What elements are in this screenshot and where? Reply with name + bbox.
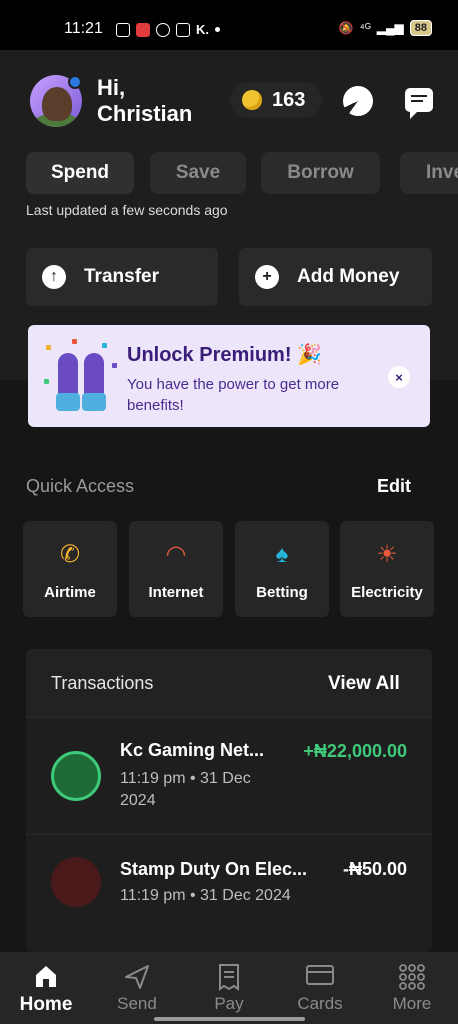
app-header: Hi, Christian 163 [0, 50, 458, 150]
nav-label-home: Home [19, 994, 73, 1015]
quick-access-internet[interactable]: ◠ Internet [129, 521, 223, 617]
chat-icon[interactable] [405, 88, 433, 119]
mute-icon: 🔕 [338, 21, 354, 35]
receipt-icon [219, 964, 239, 991]
signal-icon: ▂▄▆ [376, 21, 404, 35]
kc-gaming-logo-icon [51, 751, 101, 801]
premium-banner[interactable]: Unlock Premium! 🎉 You have the power to … [28, 325, 430, 427]
card-icon [306, 965, 334, 985]
phone-icon: ✆ [59, 541, 81, 568]
quick-access-label-internet: Internet [148, 584, 204, 601]
home-icon [36, 966, 56, 987]
user-name: Christian [97, 101, 193, 126]
transactions-card: Transactions View All Kc Gaming Net... 1… [26, 649, 432, 952]
quick-access-electricity[interactable]: ☀ Electricity [340, 521, 434, 617]
add-money-button[interactable]: + Add Money [239, 248, 432, 306]
arrow-up-icon: ↑ [42, 265, 66, 289]
tab-invest[interactable]: Inve [400, 152, 458, 194]
video-icon [136, 22, 150, 37]
promo-description: You have the power to get more benefits! [127, 376, 340, 414]
close-icon[interactable]: × [388, 366, 410, 388]
pie-chart-icon[interactable] [343, 86, 373, 116]
transaction-name: Kc Gaming Net... [120, 740, 265, 760]
battery-icon: 88 [409, 20, 432, 36]
coin-balance-pill[interactable]: 163 [230, 82, 322, 118]
transaction-date: 11:19 pm • 31 Dec 2024 [120, 887, 291, 904]
coin-count: 163 [272, 88, 306, 111]
transaction-row[interactable]: Kc Gaming Net... 11:19 pm • 31 Dec 2024 … [26, 717, 432, 834]
quick-access-label-electricity: Electricity [351, 584, 423, 601]
stamp-icon [51, 857, 101, 907]
status-right: 🔕 ⁴ᴳ ▂▄▆ 88 [339, 20, 432, 36]
nav-send[interactable]: Send [91, 952, 183, 1024]
status-left-icons: K. [116, 22, 220, 37]
wifi-icon: ◠ [165, 541, 187, 568]
nav-more[interactable]: More [366, 952, 458, 1024]
transaction-amount: +₦22,000.00 [303, 741, 407, 761]
quick-access-airtime[interactable]: ✆ Airtime [23, 521, 117, 617]
coin-icon [242, 90, 262, 110]
tab-spend[interactable]: Spend [26, 152, 134, 194]
tab-borrow[interactable]: Borrow [261, 152, 380, 194]
celebration-illustration [42, 339, 120, 413]
edit-button[interactable]: Edit [377, 476, 411, 497]
transfer-button[interactable]: ↑ Transfer [26, 248, 218, 306]
nav-pay[interactable]: Pay [183, 952, 275, 1024]
bottom-nav: Home Send Pay Cards More [0, 952, 458, 1024]
send-icon [125, 965, 149, 989]
nav-label-pay: Pay [214, 994, 244, 1013]
avatar-badge [68, 75, 82, 89]
quick-access-label-airtime: Airtime [44, 584, 96, 601]
nav-label-send: Send [117, 994, 157, 1013]
status-bar: 11:21 K. 🔕 ⁴ᴳ ▂▄▆ 88 [0, 0, 458, 50]
greeting-hi: Hi, [97, 75, 126, 100]
transactions-title: Transactions [51, 673, 154, 693]
transaction-date: 11:19 pm • 31 Dec 2024 [120, 770, 251, 809]
transfer-label: Transfer [84, 266, 159, 287]
last-updated-text: Last updated a few seconds ago [26, 202, 228, 218]
nav-cards[interactable]: Cards [274, 952, 366, 1024]
transactions-header: Transactions View All [26, 649, 432, 717]
transaction-row[interactable]: Stamp Duty On Elec... 11:19 pm • 31 Dec … [26, 834, 432, 952]
greeting: Hi, Christian [97, 75, 192, 127]
quick-access-label-betting: Betting [256, 584, 308, 601]
view-all-button[interactable]: View All [328, 673, 400, 695]
bank-icon [176, 22, 190, 37]
bulb-icon: ☀ [376, 541, 398, 568]
nav-label-cards: Cards [297, 994, 343, 1013]
transaction-amount: -₦50.00 [342, 859, 407, 879]
notification-dot [215, 27, 220, 32]
k-icon: K. [196, 22, 209, 37]
transaction-name: Stamp Duty On Elec... [120, 859, 308, 879]
status-time: 11:21 [64, 20, 103, 37]
add-money-label: Add Money [297, 266, 400, 287]
network-label: ⁴ᴳ [359, 21, 371, 35]
nav-home[interactable]: Home [0, 952, 92, 1024]
tab-save[interactable]: Save [150, 152, 246, 194]
grid-icon [399, 964, 425, 990]
spade-icon: ♠ [275, 541, 289, 568]
nav-label-more: More [392, 994, 432, 1013]
b-icon [116, 22, 130, 37]
promo-title: Unlock Premium! 🎉 [127, 344, 322, 366]
plus-icon: + [255, 265, 279, 289]
quick-access-betting[interactable]: ♠ Betting [235, 521, 329, 617]
quick-access-label: Quick Access [26, 476, 135, 496]
record-icon [156, 22, 170, 37]
home-indicator [154, 1017, 305, 1021]
